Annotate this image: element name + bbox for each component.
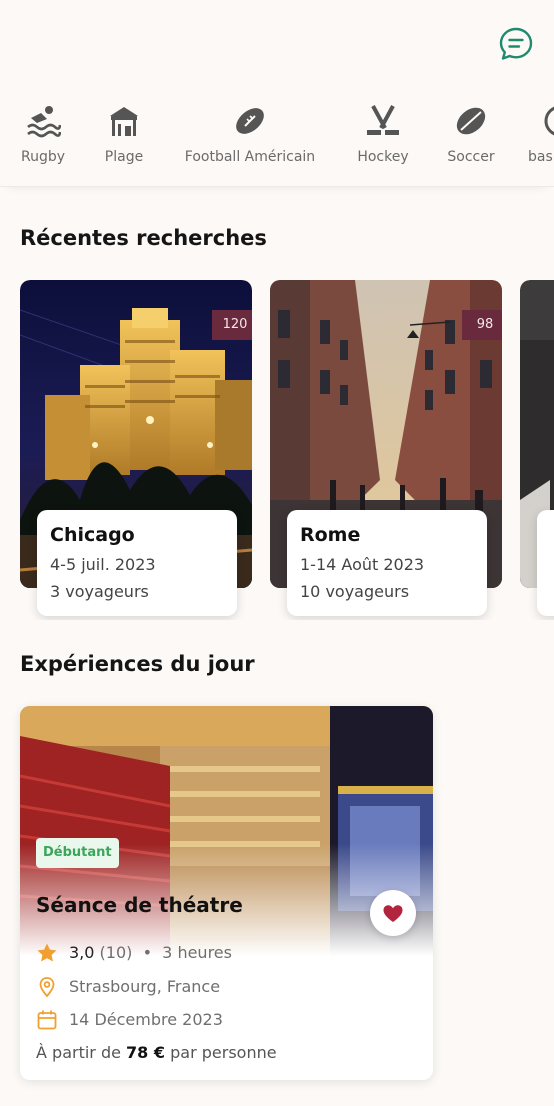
recent-card-info[interactable]: Rome 1-14 Août 2023 10 voyageurs [287, 510, 487, 616]
travelers-count: 10 voyageurs [300, 582, 410, 601]
calendar-icon [36, 1009, 58, 1031]
american-football-icon [232, 104, 268, 138]
travelers-count: 3 voyageurs [50, 582, 149, 601]
star-icon [36, 942, 58, 964]
level-badge: Débutant [36, 838, 119, 868]
recent-searches-title: Récentes recherches [20, 226, 267, 250]
chat-bubble-icon[interactable] [498, 26, 534, 62]
swimming-icon [25, 104, 62, 138]
category-label: bas [528, 149, 553, 165]
favorite-button[interactable] [370, 890, 416, 936]
category-label: Football Américain [184, 149, 316, 165]
category-bar: Rugby Plage Football Américain Hockey So… [0, 98, 554, 187]
result-count-badge: 120 [212, 310, 252, 340]
experience-title: Séance de théatre [36, 893, 243, 917]
category-plage[interactable]: Plage [94, 98, 154, 178]
category-label: Rugby [20, 149, 66, 165]
category-soccer[interactable]: Soccer [440, 98, 502, 178]
experiences-title: Expériences du jour [20, 652, 255, 676]
top-bar [0, 0, 554, 90]
category-bas[interactable]: bas [528, 98, 554, 178]
rugby-ball-icon [453, 104, 489, 138]
location-text: Strasbourg, France [69, 977, 221, 996]
category-label: Hockey [357, 149, 409, 165]
location-pin-icon [36, 976, 58, 998]
beach-hut-icon [106, 104, 142, 138]
heart-icon [383, 905, 403, 922]
city-name: Rome [300, 524, 361, 546]
ball-icon [540, 104, 554, 138]
trip-dates: 1-14 Août 2023 [300, 555, 425, 574]
price-suffix: par personne [170, 1043, 277, 1062]
price-value: 78 € [126, 1043, 166, 1062]
city-name: Chicago [50, 524, 135, 546]
price-prefix: À partir de [36, 1043, 121, 1062]
recent-card-info[interactable] [537, 510, 554, 616]
date-text: 14 Décembre 2023 [69, 1010, 223, 1029]
experience-card[interactable]: Débutant Séance de théatre 3,0 (10) • 3 … [20, 706, 433, 1080]
result-count-badge: 98 [462, 310, 502, 340]
hockey-sticks-icon [365, 104, 401, 138]
recent-searches-carousel: 120 Chicago 4-5 juil. 2023 3 voyageurs 9… [0, 280, 554, 620]
duration: 3 heures [162, 943, 232, 962]
review-count: (10) [99, 943, 133, 962]
category-rugby[interactable]: Rugby [12, 98, 74, 178]
rating-value: 3,0 [69, 943, 95, 962]
recent-card-info[interactable]: Chicago 4-5 juil. 2023 3 voyageurs [37, 510, 237, 616]
category-hockey[interactable]: Hockey [350, 98, 416, 178]
price-row: À partir de 78 € par personne [36, 1043, 277, 1062]
category-label: Plage [104, 149, 144, 165]
category-label: Soccer [447, 149, 495, 165]
separator: • [142, 943, 152, 962]
trip-dates: 4-5 juil. 2023 [50, 555, 156, 574]
category-football-americain[interactable]: Football Américain [176, 98, 324, 178]
